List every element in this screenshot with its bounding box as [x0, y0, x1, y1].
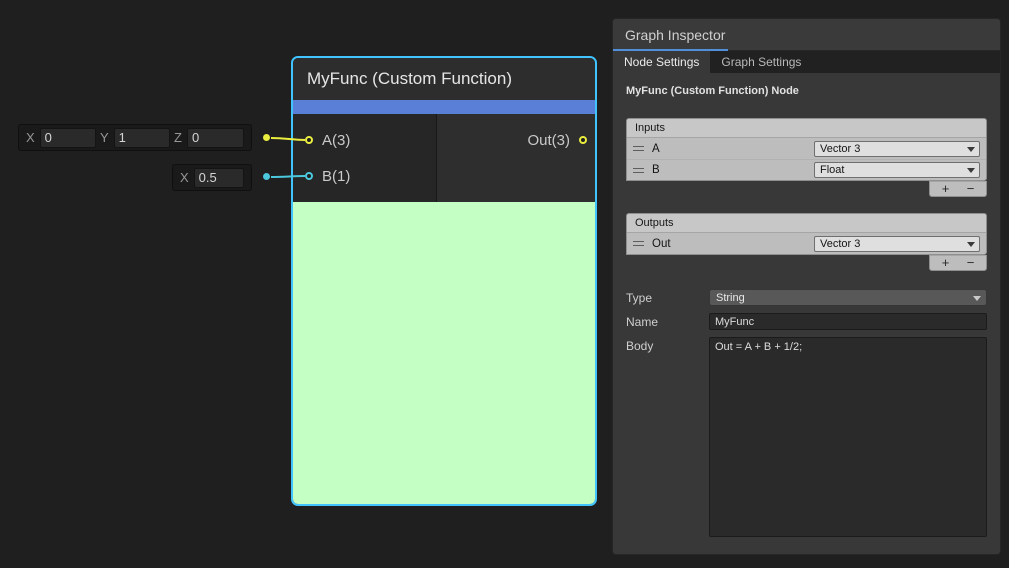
node-title: MyFunc (Custom Function) [307, 69, 512, 89]
port-out-label: Out(3) [527, 132, 570, 149]
output-row-out[interactable]: Out Vector 3 [627, 233, 986, 254]
port-a-label: A(3) [322, 132, 350, 149]
input-row-a[interactable]: A Vector 3 [627, 138, 986, 159]
port-out[interactable]: Out(3) [527, 132, 587, 148]
dropdown-value: Float [820, 164, 844, 176]
node-preview [293, 202, 595, 504]
tab-graph-settings[interactable]: Graph Settings [710, 51, 812, 73]
drag-handle-icon[interactable] [633, 168, 644, 173]
body-textarea[interactable] [709, 337, 987, 537]
inspector-body: MyFunc (Custom Function) Node Inputs A V… [613, 73, 1000, 537]
port-a[interactable]: A(3) [305, 132, 350, 148]
z-field-label: Z [174, 130, 182, 145]
port-b-connector-icon[interactable] [305, 172, 313, 180]
input-a-type-dropdown[interactable]: Vector 3 [814, 141, 980, 157]
remove-output-button[interactable]: − [958, 256, 983, 270]
outputs-section: Outputs Out Vector 3 + − [626, 213, 987, 271]
vector3-connector-dot-icon[interactable] [263, 134, 270, 141]
input-name: A [652, 143, 806, 155]
float-connector-dot-icon[interactable] [263, 173, 270, 180]
input-row-b[interactable]: B Float [627, 159, 986, 180]
float-x-field: X [180, 168, 244, 188]
tab-node-settings[interactable]: Node Settings [613, 51, 710, 73]
dropdown-value: Vector 3 [820, 143, 860, 155]
outputs-list-header: Outputs [627, 214, 986, 233]
vector3-inline-input: X Y Z [18, 124, 252, 151]
port-a-connector-icon[interactable] [305, 136, 313, 144]
myfunc-node[interactable]: MyFunc (Custom Function) A(3) B(1) Out(3… [291, 56, 597, 506]
node-ports-area: A(3) B(1) Out(3) [293, 114, 595, 202]
type-label: Type [626, 289, 709, 306]
tab-label: Graph Settings [721, 55, 801, 69]
float-x-input[interactable] [194, 168, 244, 188]
vector3-z-input[interactable] [187, 128, 244, 148]
vector3-x-field: X [26, 128, 96, 148]
function-settings: Type String Name Body [626, 289, 987, 537]
dropdown-value: String [716, 292, 745, 304]
float-inline-input: X [172, 164, 252, 191]
add-output-button[interactable]: + [933, 256, 958, 270]
input-b-type-dropdown[interactable]: Float [814, 162, 980, 178]
name-label: Name [626, 313, 709, 330]
output-name: Out [652, 238, 806, 250]
outputs-list-footer: + − [626, 255, 987, 271]
graph-inspector-panel: Graph Inspector Node Settings Graph Sett… [612, 18, 1001, 555]
node-color-bar [293, 100, 595, 114]
name-input[interactable] [709, 313, 987, 330]
vector3-y-field: Y [100, 128, 170, 148]
add-input-button[interactable]: + [933, 182, 958, 196]
body-field-row: Body [626, 337, 987, 537]
remove-input-button[interactable]: − [958, 182, 983, 196]
x-field-label: X [180, 170, 189, 185]
name-field-row: Name [626, 313, 987, 330]
port-out-connector-icon[interactable] [579, 136, 587, 144]
inspector-title: Graph Inspector [625, 27, 725, 43]
inputs-section: Inputs A Vector 3 B Float [626, 118, 987, 197]
vector3-y-input[interactable] [114, 128, 170, 148]
output-out-type-dropdown[interactable]: Vector 3 [814, 236, 980, 252]
port-b-label: B(1) [322, 168, 350, 185]
type-field-row: Type String [626, 289, 987, 306]
x-field-label: X [26, 130, 35, 145]
body-label: Body [626, 337, 709, 537]
shader-graph-canvas[interactable]: X Y Z X MyFunc (Custom Function) [0, 0, 1009, 568]
node-input-ports: A(3) B(1) [293, 114, 437, 202]
input-name: B [652, 164, 806, 176]
dropdown-value: Vector 3 [820, 238, 860, 250]
node-settings-heading: MyFunc (Custom Function) Node [626, 85, 987, 97]
inspector-tab-bar: Node Settings Graph Settings [613, 51, 1000, 73]
inputs-list: Inputs A Vector 3 B Float [626, 118, 987, 181]
node-output-ports: Out(3) [437, 114, 595, 202]
type-dropdown[interactable]: String [709, 289, 987, 306]
port-b[interactable]: B(1) [305, 168, 350, 184]
drag-handle-icon[interactable] [633, 241, 644, 246]
outputs-footer-buttons: + − [929, 255, 987, 271]
vector3-z-field: Z [174, 128, 244, 148]
tab-label: Node Settings [624, 55, 699, 69]
drag-handle-icon[interactable] [633, 146, 644, 151]
inputs-footer-buttons: + − [929, 181, 987, 197]
node-title-bar[interactable]: MyFunc (Custom Function) [293, 58, 595, 100]
outputs-list: Outputs Out Vector 3 [626, 213, 987, 255]
vector3-x-input[interactable] [40, 128, 96, 148]
inspector-title-bar[interactable]: Graph Inspector [613, 19, 1000, 51]
inputs-list-header: Inputs [627, 119, 986, 138]
inputs-list-footer: + − [626, 181, 987, 197]
y-field-label: Y [100, 130, 109, 145]
